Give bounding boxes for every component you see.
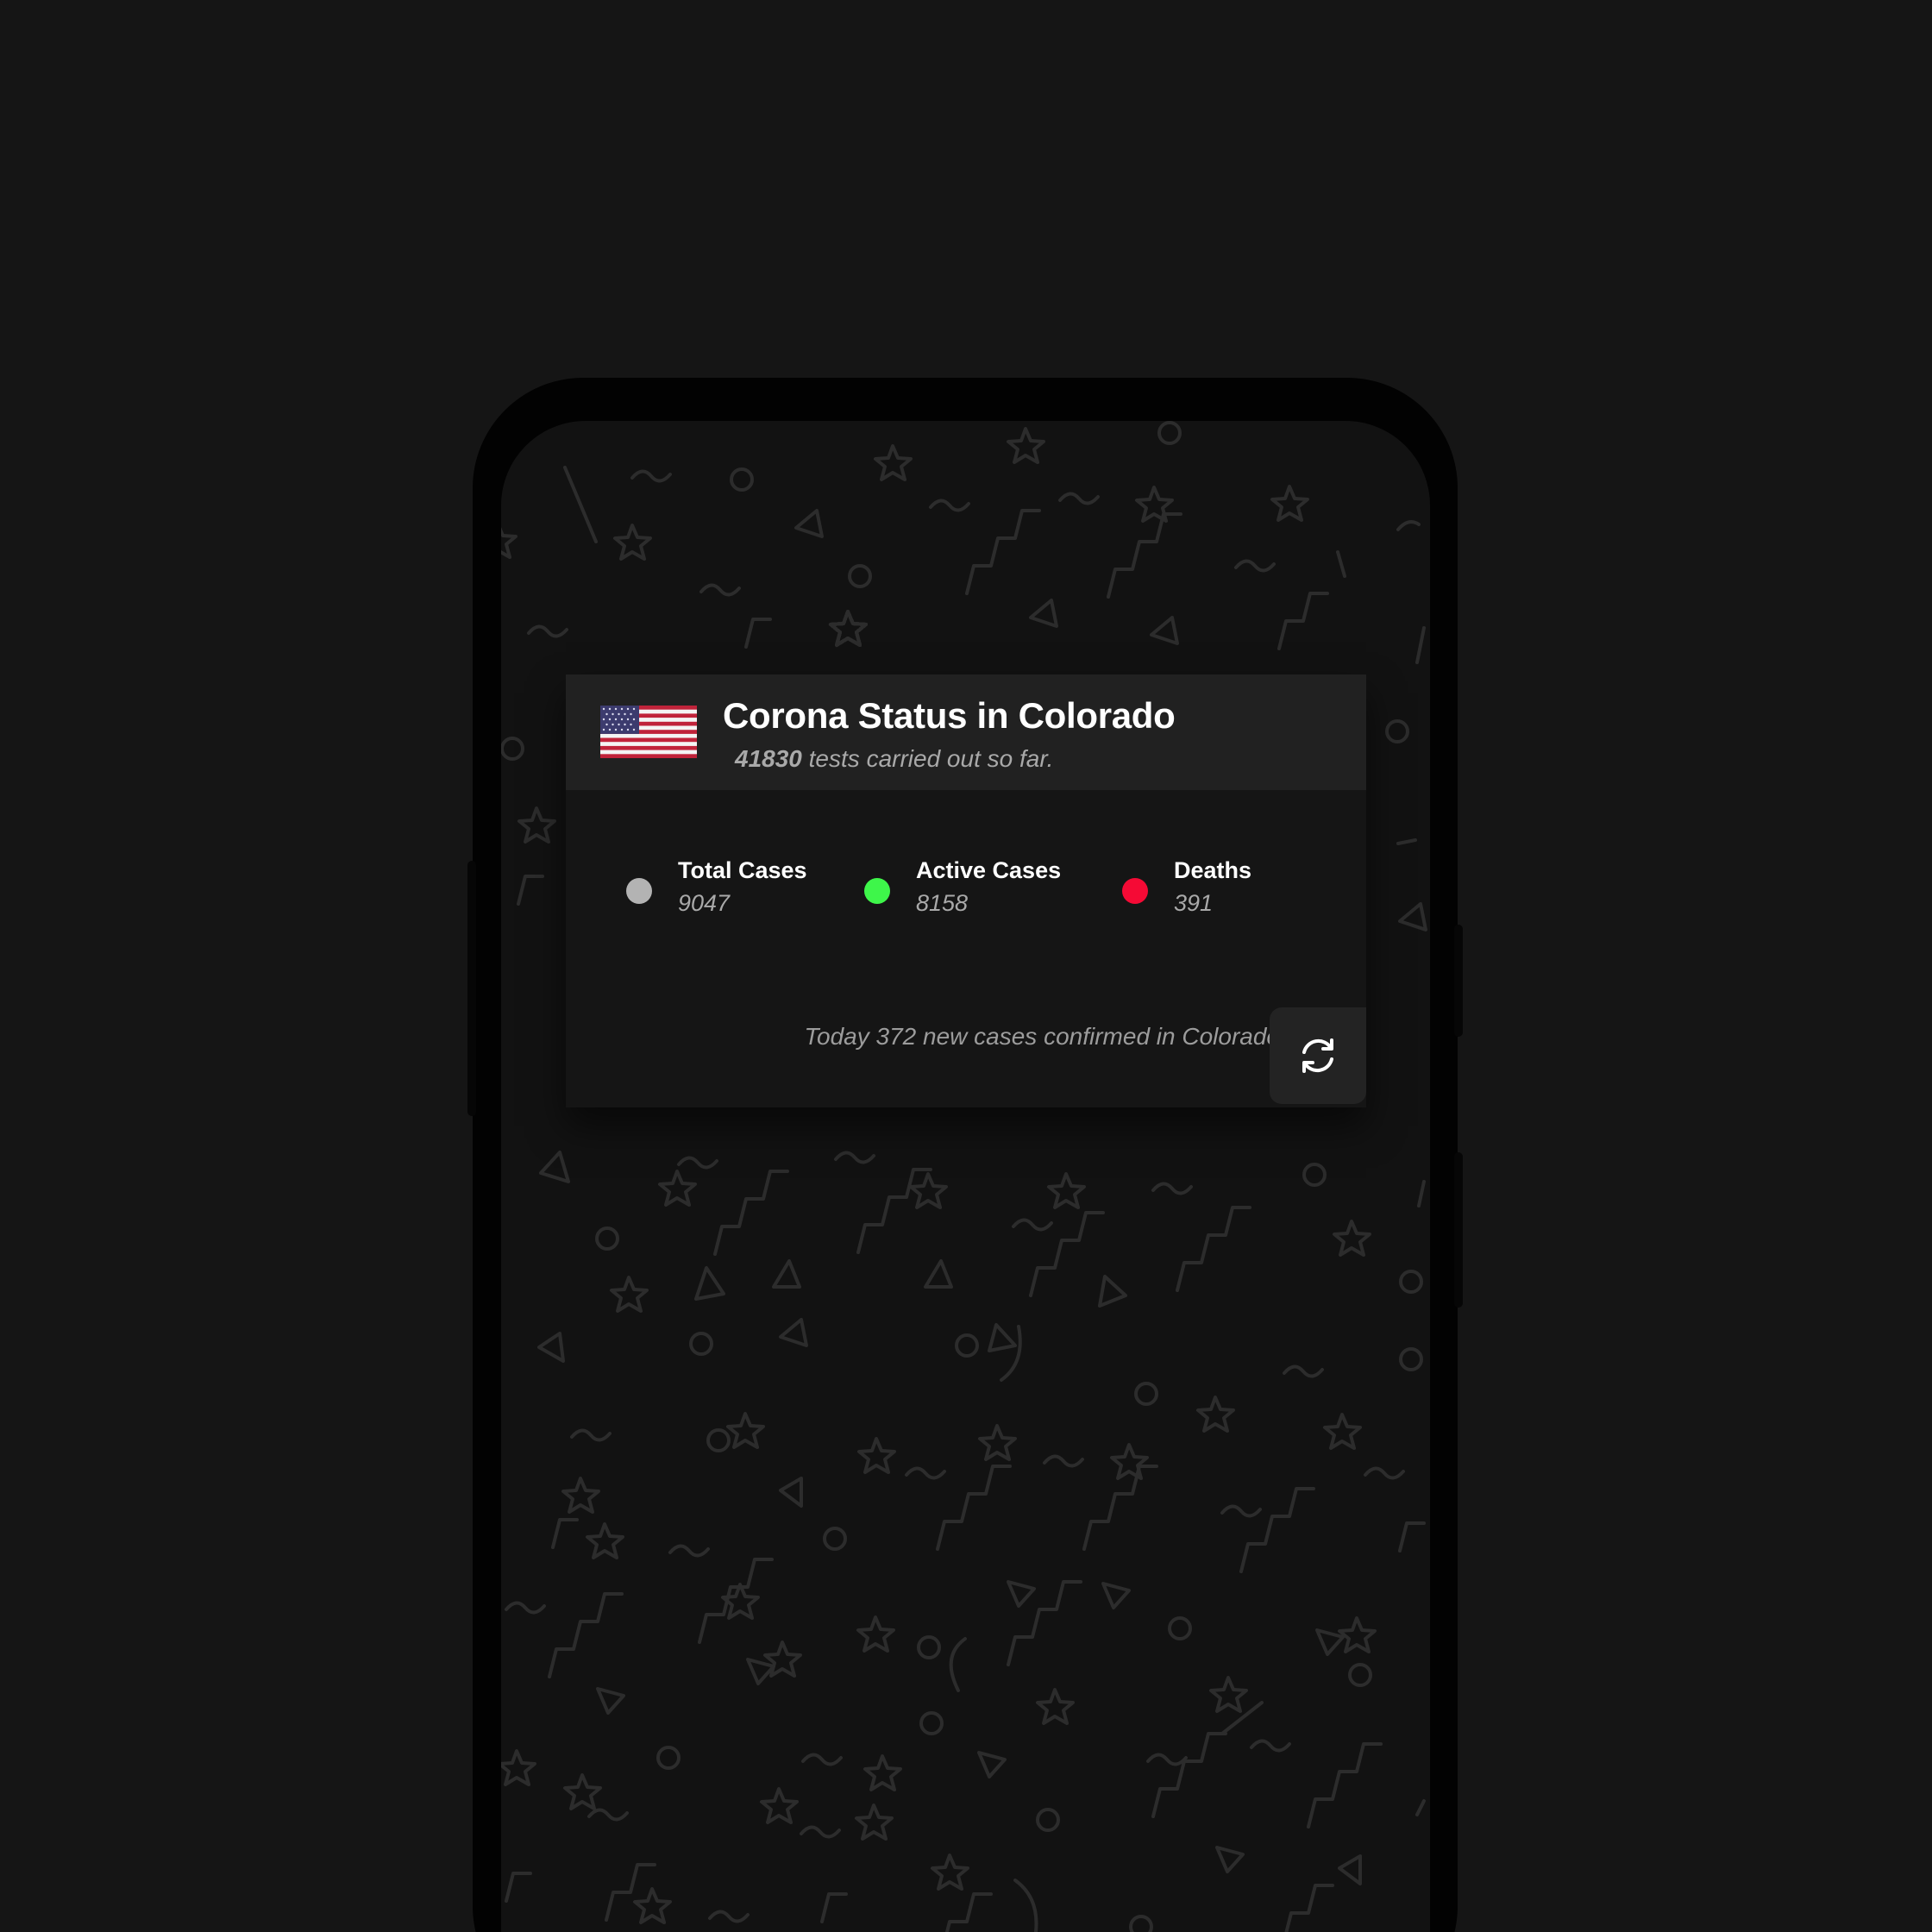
side-button-right-top [1454,925,1463,1037]
stat-label: Deaths [1174,857,1252,883]
stat-label: Active Cases [916,857,1062,883]
tests-suffix: tests carried out so far. [808,745,1054,772]
tests-subtitle: 41830 tests carried out so far. [735,745,1053,773]
stat-label: Total Cases [678,857,807,883]
background-pattern [501,421,1427,1932]
stats-row: Total Cases 9047 Active Cases 8158 Death… [566,790,1366,937]
tests-count: 41830 [735,745,802,772]
status-card: Corona Status in Colorado 41830 tests ca… [566,674,1366,1107]
side-button-left [467,861,476,1116]
app-stage: Corona Status in Colorado 41830 tests ca… [0,0,1932,1932]
status-dot-active [864,878,890,904]
stat-value: 9047 [678,890,731,916]
us-flag-icon [600,706,697,758]
status-dot-total [626,878,652,904]
phone-screen: Corona Status in Colorado 41830 tests ca… [501,421,1430,1932]
page-title: Corona Status in Colorado [723,695,1176,736]
status-dot-deaths [1122,878,1148,904]
refresh-icon [1302,1038,1333,1073]
stat-value: 8158 [916,890,969,916]
side-button-right-bottom [1454,1152,1463,1308]
today-text: Today 372 new cases confirmed in Colorad… [804,1023,1280,1050]
refresh-button[interactable] [1270,1007,1366,1104]
stat-value: 391 [1174,890,1214,916]
card-header: Corona Status in Colorado 41830 tests ca… [566,674,1366,790]
